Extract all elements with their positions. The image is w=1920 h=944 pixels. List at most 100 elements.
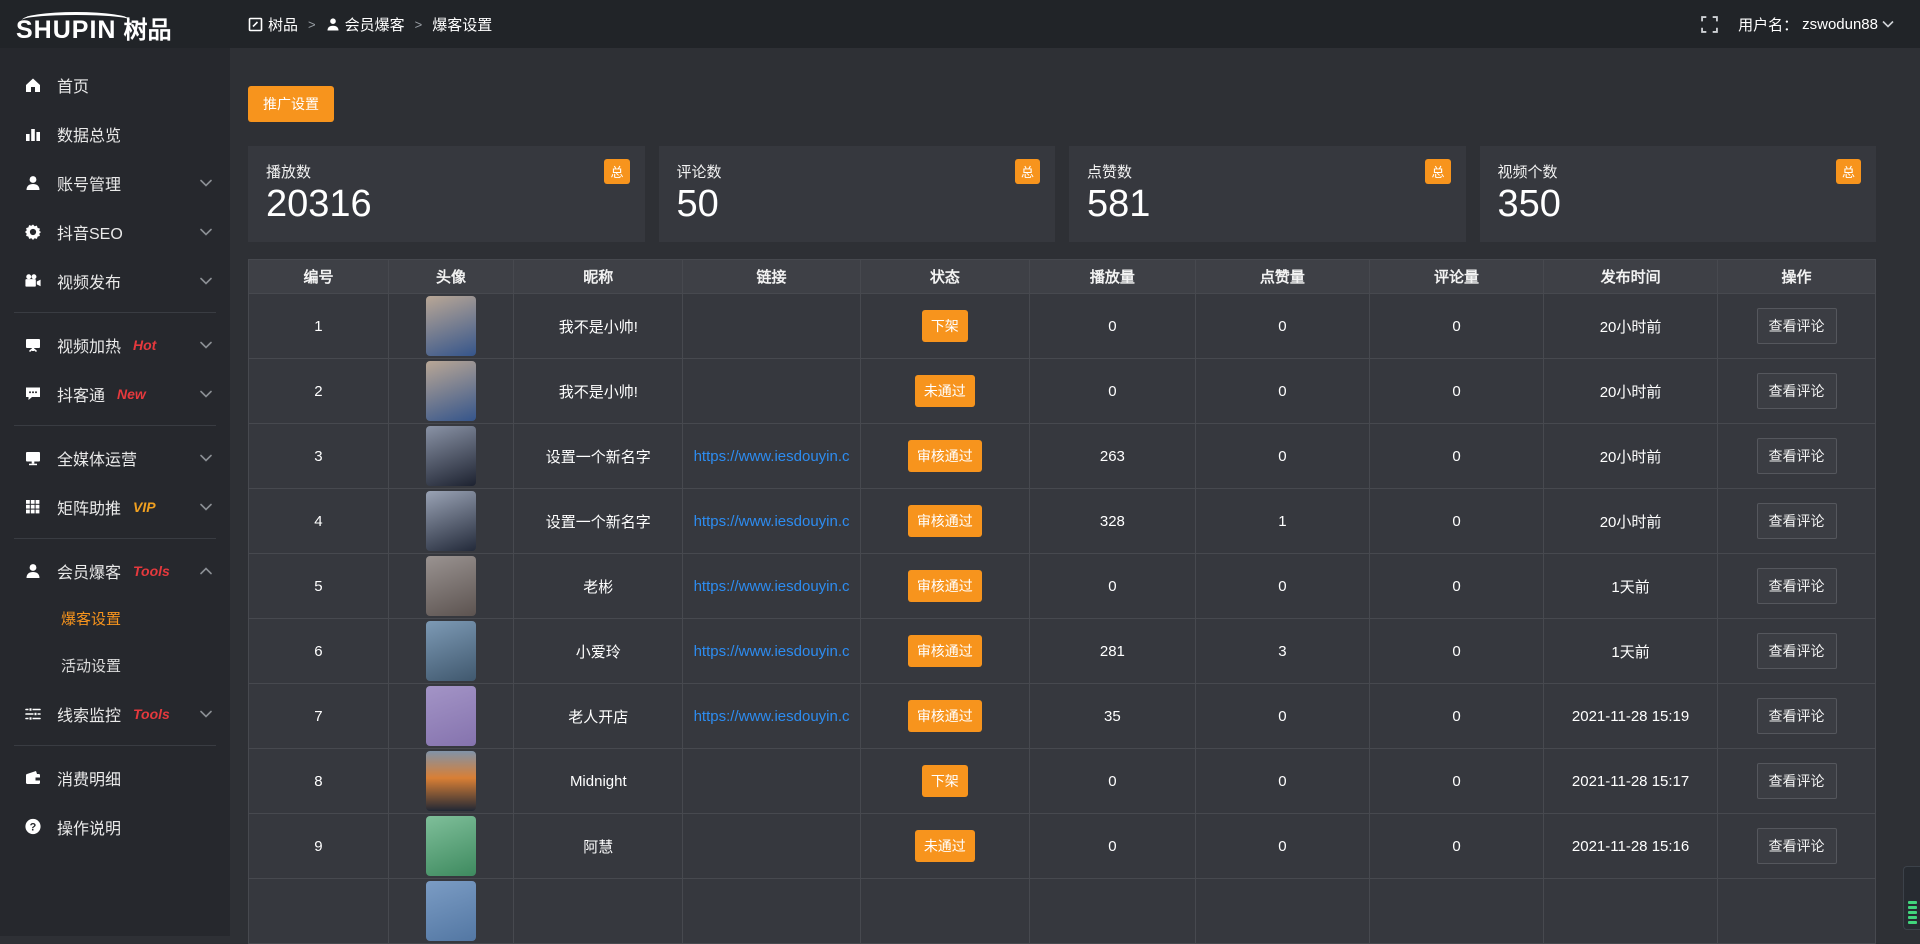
sidebar-subitem-baoke-settings[interactable]: 爆客设置 xyxy=(0,595,230,642)
sidebar-item-clue-monitor[interactable]: 线索监控Tools xyxy=(0,689,230,738)
chevron-up-icon xyxy=(200,567,212,575)
sidebar-item-home[interactable]: 首页 xyxy=(0,60,230,109)
breadcrumb-item-2[interactable]: 会员爆客 xyxy=(326,14,405,35)
view-comments-button[interactable]: 查看评论 xyxy=(1757,308,1837,344)
video-link[interactable]: https://www.iesdouyin.c xyxy=(694,513,850,530)
sidebar-item-label: 首页 xyxy=(57,73,89,97)
cell-id: 2 xyxy=(249,359,389,424)
avatar xyxy=(426,426,476,486)
cell-comments: 0 xyxy=(1369,489,1543,554)
stat-card-value: 581 xyxy=(1087,183,1448,227)
status-badge: 审核通过 xyxy=(908,570,982,602)
avatar xyxy=(426,881,476,941)
cell-plays: 0 xyxy=(1029,814,1195,879)
table-row: 6 小爱玲 https://www.iesdouyin.c 审核通过 281 3… xyxy=(249,619,1876,684)
cell-id: 9 xyxy=(249,814,389,879)
floating-side-widget[interactable] xyxy=(1903,866,1920,930)
view-comments-button[interactable]: 查看评论 xyxy=(1757,828,1837,864)
sidebar: 首页数据总览账号管理抖音SEO 视频发布视频加热Hot抖客通New 全媒体运营矩阵助… xyxy=(0,48,230,936)
cell-likes xyxy=(1195,879,1369,944)
video-link[interactable]: https://www.iesdouyin.c xyxy=(694,643,850,660)
cell-comments xyxy=(1369,879,1543,944)
sidebar-item-data-overview[interactable]: 数据总览 xyxy=(0,109,230,158)
sidebar-divider xyxy=(14,312,216,313)
cell-publish-time: 20小时前 xyxy=(1544,294,1718,359)
table-row: 2 我不是小帅! 未通过 0 0 0 20小时前 查看评论 xyxy=(249,359,1876,424)
table-row xyxy=(249,879,1876,944)
stat-card: 点赞数 581 总 xyxy=(1069,146,1466,242)
cell-likes: 0 xyxy=(1195,749,1369,814)
fullscreen-icon[interactable] xyxy=(1701,16,1718,33)
breadcrumb-label: 树品 xyxy=(268,14,298,35)
sidebar-item-tag: Tools xyxy=(133,563,170,579)
cell-publish-time: 20小时前 xyxy=(1544,424,1718,489)
sidebar-item-douketong[interactable]: 抖客通New xyxy=(0,369,230,418)
sidebar-item-tag: Hot xyxy=(133,337,156,353)
total-badge: 总 xyxy=(604,159,629,184)
video-link[interactable]: https://www.iesdouyin.c xyxy=(694,578,850,595)
sidebar-item-douyin-seo[interactable]: 抖音SEO xyxy=(0,207,230,256)
view-comments-button[interactable]: 查看评论 xyxy=(1757,698,1837,734)
breadcrumb-item-1[interactable]: 树品 xyxy=(248,14,298,35)
cell-likes: 0 xyxy=(1195,814,1369,879)
status-badge: 审核通过 xyxy=(908,700,982,732)
breadcrumb: 树品>会员爆客>爆客设置 xyxy=(248,14,492,35)
view-comments-button[interactable]: 查看评论 xyxy=(1757,568,1837,604)
cell-comments: 0 xyxy=(1369,294,1543,359)
sidebar-subitem-activity-settings[interactable]: 活动设置 xyxy=(0,642,230,689)
stat-card: 播放数 20316 总 xyxy=(248,146,645,242)
sidebar-item-tag: Tools xyxy=(133,706,170,722)
column-header: 状态 xyxy=(860,260,1029,294)
promo-settings-button[interactable]: 推广设置 xyxy=(248,86,334,122)
sidebar-item-video-publish[interactable]: 视频发布 xyxy=(0,256,230,305)
view-comments-button[interactable]: 查看评论 xyxy=(1757,373,1837,409)
sidebar-item-media-operation[interactable]: 全媒体运营 xyxy=(0,433,230,482)
view-comments-button[interactable]: 查看评论 xyxy=(1757,633,1837,669)
cell-id: 6 xyxy=(249,619,389,684)
video-link[interactable]: https://www.iesdouyin.c xyxy=(694,448,850,465)
widget-bar xyxy=(1908,901,1917,904)
gear-icon xyxy=(24,223,42,241)
sidebar-item-video-heat[interactable]: 视频加热Hot xyxy=(0,320,230,369)
grid-icon xyxy=(24,498,42,516)
column-header: 点赞量 xyxy=(1195,260,1369,294)
status-badge: 审核通过 xyxy=(908,635,982,667)
table-row: 4 设置一个新名字 https://www.iesdouyin.c 审核通过 3… xyxy=(249,489,1876,554)
cell-nickname: 阿慧 xyxy=(514,814,683,879)
column-header: 昵称 xyxy=(514,260,683,294)
sidebar-item-operation-guide[interactable]: ?操作说明 xyxy=(0,802,230,851)
sliders-icon xyxy=(24,705,42,723)
avatar xyxy=(426,816,476,876)
cell-comments: 0 xyxy=(1369,359,1543,424)
cell-likes: 0 xyxy=(1195,554,1369,619)
column-header: 编号 xyxy=(249,260,389,294)
sidebar-item-label: 抖音SEO xyxy=(57,220,123,244)
cell-id: 3 xyxy=(249,424,389,489)
total-badge: 总 xyxy=(1425,159,1450,184)
sidebar-divider xyxy=(14,538,216,539)
column-header: 头像 xyxy=(388,260,513,294)
video-link[interactable]: https://www.iesdouyin.c xyxy=(694,708,850,725)
username-value: zswodun88 xyxy=(1802,16,1878,33)
sidebar-item-matrix-boost[interactable]: 矩阵助推VIP xyxy=(0,482,230,531)
cell-id: 8 xyxy=(249,749,389,814)
avatar xyxy=(426,556,476,616)
user-menu[interactable]: 用户名：zswodun88 xyxy=(1738,14,1894,35)
cell-comments: 0 xyxy=(1369,554,1543,619)
stat-card-label: 视频个数 xyxy=(1498,161,1859,182)
sidebar-item-label: 全媒体运营 xyxy=(57,446,137,470)
sidebar-divider xyxy=(14,745,216,746)
view-comments-button[interactable]: 查看评论 xyxy=(1757,763,1837,799)
logo[interactable]: SHUPIN 树品 xyxy=(0,0,230,48)
sidebar-item-consume-detail[interactable]: 消费明细 xyxy=(0,753,230,802)
view-comments-button[interactable]: 查看评论 xyxy=(1757,503,1837,539)
sidebar-item-tag: VIP xyxy=(133,499,156,515)
cell-likes: 0 xyxy=(1195,424,1369,489)
table-row: 3 设置一个新名字 https://www.iesdouyin.c 审核通过 2… xyxy=(249,424,1876,489)
breadcrumb-item-3[interactable]: 爆客设置 xyxy=(432,14,492,35)
total-badge: 总 xyxy=(1015,159,1040,184)
avatar xyxy=(426,296,476,356)
sidebar-item-account-management[interactable]: 账号管理 xyxy=(0,158,230,207)
sidebar-item-member-baoke[interactable]: 会员爆客Tools xyxy=(0,546,230,595)
view-comments-button[interactable]: 查看评论 xyxy=(1757,438,1837,474)
